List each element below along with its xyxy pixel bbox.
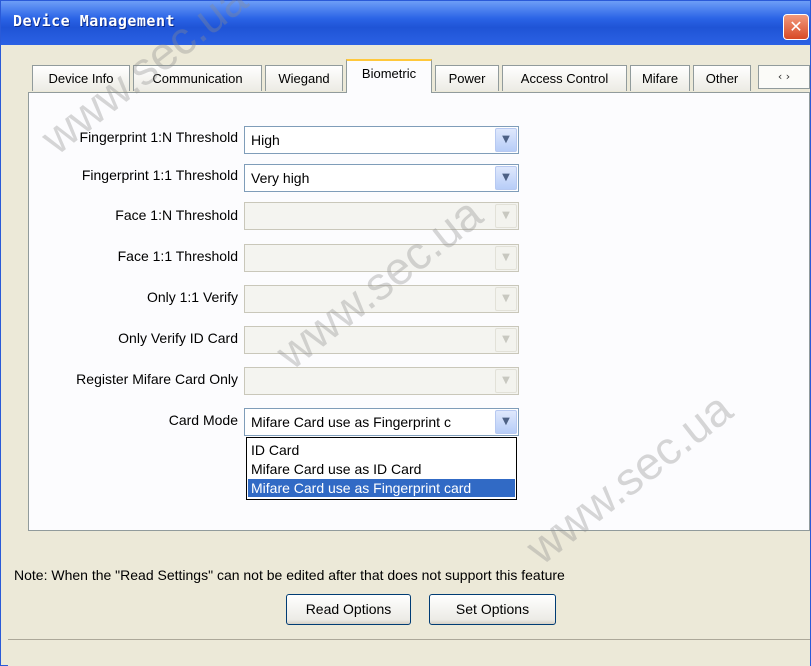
card-mode-select[interactable]: Mifare Card use as Fingerprint c ▼	[244, 408, 519, 436]
tab-wiegand[interactable]: Wiegand	[265, 65, 343, 91]
tab-access-control[interactable]: Access Control	[502, 65, 627, 91]
chevron-down-icon: ▼	[495, 287, 517, 311]
chevron-down-icon: ▼	[495, 369, 517, 393]
tab-strip: Device Info Communication Wiegand Biomet…	[28, 59, 810, 93]
card-mode-option-mifare-fingerprint[interactable]: Mifare Card use as Fingerprint card	[248, 479, 515, 497]
fingerprint-11-threshold-value: Very high	[251, 170, 310, 186]
only-verify-id-card-label: Only Verify ID Card	[118, 330, 238, 346]
only-11-verify-label: Only 1:1 Verify	[146, 289, 238, 305]
face-11-threshold-label: Face 1:1 Threshold	[117, 248, 238, 264]
chevron-down-icon: ▼	[495, 246, 517, 270]
tab-communication[interactable]: Communication	[133, 65, 262, 91]
register-mifare-card-only-select: ▼	[244, 367, 519, 395]
tab-biometric[interactable]: Biometric	[346, 59, 432, 93]
chevron-down-icon[interactable]: ▼	[495, 410, 517, 434]
face-1n-threshold-select: ▼	[244, 202, 519, 230]
close-button[interactable]: ✕	[783, 14, 809, 40]
note-text: Note: When the "Read Settings" can not b…	[14, 567, 565, 583]
fingerprint-1n-threshold-value: High	[251, 132, 280, 148]
face-11-threshold-select: ▼	[244, 244, 519, 272]
register-mifare-card-only-label: Register Mifare Card Only	[76, 371, 238, 387]
face-1n-threshold-label: Face 1:N Threshold	[115, 207, 238, 223]
status-bar	[8, 639, 810, 666]
tab-scroll-arrows[interactable]: ‹ ›	[758, 65, 810, 89]
tab-device-info[interactable]: Device Info	[32, 65, 130, 91]
close-icon: ✕	[789, 17, 803, 36]
chevron-down-icon: ▼	[495, 328, 517, 352]
fingerprint-11-threshold-select[interactable]: Very high ▼	[244, 164, 519, 192]
title-bar[interactable]: Device Management ✕	[1, 1, 810, 45]
tab-other[interactable]: Other	[693, 65, 751, 91]
chevron-down-icon[interactable]: ▼	[495, 128, 517, 152]
card-mode-dropdown-list: ID Card Mifare Card use as ID Card Mifar…	[246, 437, 517, 500]
only-11-verify-select: ▼	[244, 285, 519, 313]
set-options-button[interactable]: Set Options	[429, 594, 556, 625]
tab-power[interactable]: Power	[435, 65, 499, 91]
only-verify-id-card-select: ▼	[244, 326, 519, 354]
fingerprint-11-threshold-label: Fingerprint 1:1 Threshold	[81, 167, 238, 183]
chevron-down-icon[interactable]: ▼	[495, 166, 517, 190]
read-options-button[interactable]: Read Options	[286, 594, 411, 625]
card-mode-option-mifare-id[interactable]: Mifare Card use as ID Card	[248, 460, 515, 478]
device-management-window: Device Management ✕ Device Info Communic…	[0, 0, 811, 666]
fingerprint-1n-threshold-label: Fingerprint 1:N Threshold	[79, 129, 238, 145]
card-mode-option-id-card[interactable]: ID Card	[248, 441, 515, 459]
window-title: Device Management	[13, 12, 176, 30]
card-mode-label: Card Mode	[168, 412, 238, 428]
tab-mifare[interactable]: Mifare	[630, 65, 690, 91]
chevron-down-icon: ▼	[495, 204, 517, 228]
card-mode-value: Mifare Card use as Fingerprint c	[251, 414, 451, 430]
fingerprint-1n-threshold-select[interactable]: High ▼	[244, 126, 519, 154]
